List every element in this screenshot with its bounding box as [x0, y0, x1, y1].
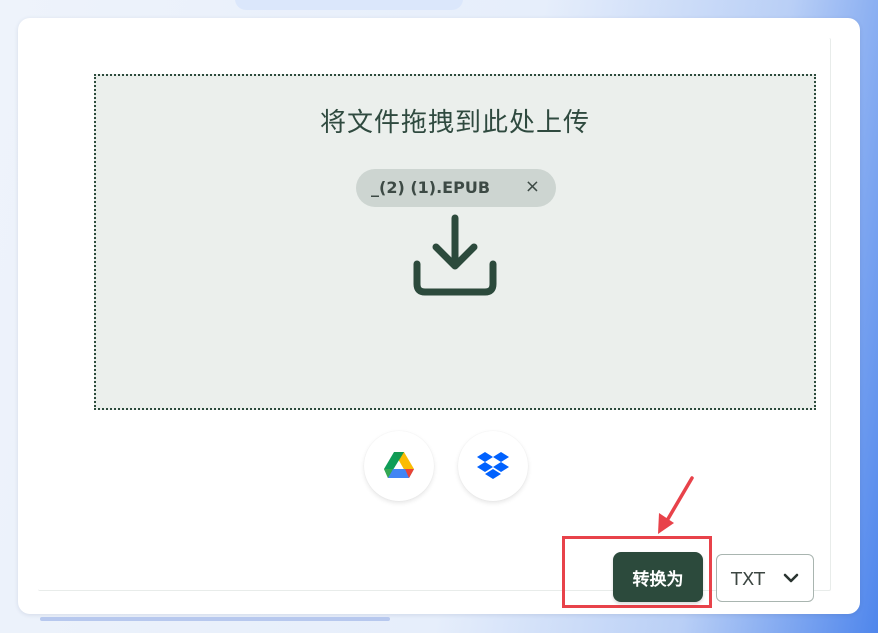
- output-format-select[interactable]: TXT: [716, 554, 814, 602]
- output-format-value: TXT: [731, 569, 766, 590]
- dropbox-button[interactable]: [458, 431, 528, 501]
- download-icon: [413, 214, 497, 296]
- annotation-arrow-icon: [658, 476, 694, 534]
- top-decoration: [235, 0, 463, 10]
- remove-file-icon[interactable]: ×: [525, 176, 540, 197]
- card-inner-frame: 将文件拖拽到此处上传 _(2) (1).EPUB × 转换为 TXT: [38, 38, 831, 608]
- uploaded-file-name: _(2) (1).EPUB: [371, 178, 491, 197]
- dropzone-instruction: 将文件拖拽到此处上传: [319, 108, 590, 138]
- file-dropzone[interactable]: 将文件拖拽到此处上传 _(2) (1).EPUB ×: [94, 74, 816, 410]
- google-drive-button[interactable]: [364, 431, 434, 501]
- chevron-down-icon: [783, 573, 799, 583]
- uploaded-file-chip: _(2) (1).EPUB ×: [356, 169, 556, 207]
- bottom-decoration: [40, 617, 390, 621]
- convert-to-button[interactable]: 转换为: [613, 552, 703, 602]
- google-drive-icon: [384, 452, 414, 478]
- converter-card: 将文件拖拽到此处上传 _(2) (1).EPUB × 转换为 TXT: [18, 18, 860, 614]
- dropbox-icon: [477, 452, 509, 479]
